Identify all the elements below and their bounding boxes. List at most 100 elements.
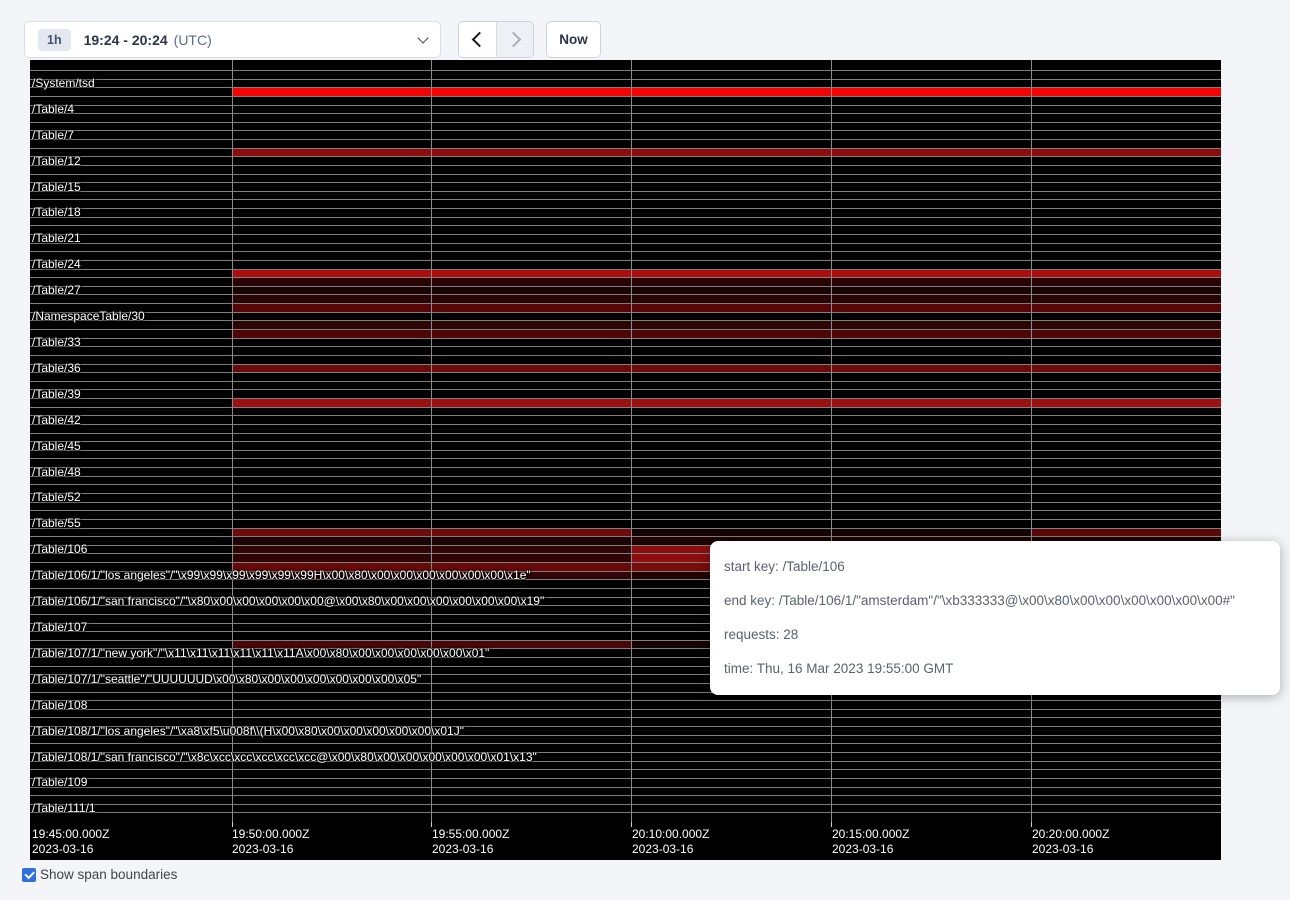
span-boundary-line — [30, 329, 1221, 330]
chevron-right-icon — [506, 32, 522, 48]
span-boundary-line — [30, 208, 1221, 209]
span-boundary-line — [30, 87, 1221, 88]
span-boundary-line — [30, 113, 1221, 114]
span-boundary-line — [30, 225, 1221, 226]
heatmap-band — [232, 286, 1221, 295]
row-key-label: /NamespaceTable/30 — [32, 309, 145, 323]
row-key-label: /Table/106/1/"san francisco"/"\x80\x00\x… — [32, 594, 544, 608]
time-gridline — [431, 60, 432, 822]
span-boundary-line — [30, 700, 1221, 701]
now-button[interactable]: Now — [546, 21, 601, 58]
span-boundary-line — [30, 320, 1221, 321]
time-range-timezone: (UTC) — [174, 32, 212, 48]
span-boundary-line — [30, 372, 1221, 373]
row-key-label: /Table/107/1/"seattle"/"UUUUUUD\x00\x80\… — [32, 672, 421, 686]
span-boundary-line — [30, 148, 1221, 149]
row-key-label: /Table/108/1/"san francisco"/"\x8c\xcc\x… — [32, 750, 537, 764]
span-boundary-line — [30, 743, 1221, 744]
axis-tick-label: 19:45:00.000Z2023-03-16 — [32, 827, 109, 857]
time-range-selector[interactable]: 1h 19:24 - 20:24 (UTC) — [24, 21, 441, 58]
heatmap-band — [232, 398, 1221, 407]
span-boundary-line — [30, 433, 1221, 434]
heatmap-band — [232, 277, 1221, 286]
show-span-boundaries-label: Show span boundaries — [40, 867, 177, 882]
tooltip-start-key: start key: /Table/106 — [724, 557, 1280, 577]
row-key-label: /Table/107 — [32, 620, 87, 634]
time-gridline — [1031, 60, 1032, 822]
span-boundary-line — [30, 286, 1221, 287]
span-boundary-line — [30, 769, 1221, 770]
next-range-button[interactable] — [496, 22, 533, 57]
span-boundary-line — [30, 156, 1221, 157]
span-boundary-line — [30, 191, 1221, 192]
heatmap-band — [232, 329, 1221, 338]
previous-range-button[interactable] — [459, 22, 496, 57]
span-boundary-line — [30, 355, 1221, 356]
cell-tooltip: start key: /Table/106 end key: /Table/10… — [710, 541, 1280, 695]
row-key-label: /Table/106/1/"los angeles"/"\x99\x99\x99… — [32, 568, 531, 582]
span-boundary-line — [30, 346, 1221, 347]
span-boundary-line — [30, 389, 1221, 390]
span-boundary-line — [30, 165, 1221, 166]
tooltip-end-key: end key: /Table/106/1/"amsterdam"/"\xb33… — [724, 591, 1280, 611]
span-boundary-line — [30, 804, 1221, 805]
span-boundary-line — [30, 96, 1221, 97]
span-boundary-line — [30, 407, 1221, 408]
span-boundary-line — [30, 510, 1221, 511]
span-boundary-line — [30, 458, 1221, 459]
time-gridline — [831, 60, 832, 822]
span-boundary-line — [30, 130, 1221, 131]
row-key-label: /Table/24 — [32, 257, 81, 271]
row-key-label: /Table/55 — [32, 516, 81, 530]
span-boundary-line — [30, 312, 1221, 313]
span-boundary-line — [30, 795, 1221, 796]
span-boundary-line — [30, 709, 1221, 710]
row-key-label: /Table/7 — [32, 128, 74, 142]
span-boundary-line — [30, 79, 1221, 80]
row-key-label: /Table/36 — [32, 361, 81, 375]
span-boundary-line — [30, 450, 1221, 451]
span-boundary-line — [30, 424, 1221, 425]
row-key-label: /Table/109 — [32, 775, 87, 789]
span-boundary-line — [30, 812, 1221, 813]
span-boundary-line — [30, 493, 1221, 494]
span-boundary-line — [30, 139, 1221, 140]
span-boundary-line — [30, 381, 1221, 382]
time-gridline — [232, 60, 233, 822]
span-boundary-line — [30, 294, 1221, 295]
span-boundary-line — [30, 174, 1221, 175]
span-boundary-line — [30, 105, 1221, 106]
time-gridline — [631, 60, 632, 822]
span-boundary-line — [30, 234, 1221, 235]
span-boundary-line — [30, 502, 1221, 503]
row-key-label: /Table/39 — [32, 387, 81, 401]
time-range-preset-badge: 1h — [38, 29, 71, 51]
show-span-boundaries-checkbox[interactable] — [22, 868, 36, 882]
span-boundary-line — [30, 251, 1221, 252]
chevron-down-icon — [417, 32, 428, 43]
row-key-label: /Table/48 — [32, 465, 81, 479]
heatmap-band — [232, 148, 1221, 157]
span-boundary-line — [30, 122, 1221, 123]
row-key-label: /Table/52 — [32, 490, 81, 504]
span-boundary-line — [30, 528, 1221, 529]
plot-area[interactable]: /System/tsd/Table/4/Table/7/Table/12/Tab… — [30, 60, 1221, 822]
span-boundary-line — [30, 519, 1221, 520]
span-boundary-line — [30, 217, 1221, 218]
row-key-label: /Table/12 — [32, 154, 81, 168]
span-boundary-line — [30, 536, 1221, 537]
span-boundary-line — [30, 484, 1221, 485]
span-boundaries-control: Show span boundaries — [22, 867, 177, 882]
time-nav-group — [458, 21, 534, 58]
key-visualizer-canvas[interactable]: /System/tsd/Table/4/Table/7/Table/12/Tab… — [30, 60, 1221, 860]
span-boundary-line — [30, 269, 1221, 270]
row-key-label: /Table/27 — [32, 283, 81, 297]
heatmap-band — [232, 364, 1221, 373]
row-key-label: /Table/111/1 — [32, 801, 96, 815]
row-key-label: /Table/45 — [32, 439, 81, 453]
span-boundary-line — [30, 778, 1221, 779]
chevron-left-icon — [471, 32, 487, 48]
time-axis: 19:45:00.000Z2023-03-1619:50:00.000Z2023… — [30, 822, 1221, 860]
heatmap-band — [232, 87, 1221, 96]
row-key-label: /Table/33 — [32, 335, 81, 349]
